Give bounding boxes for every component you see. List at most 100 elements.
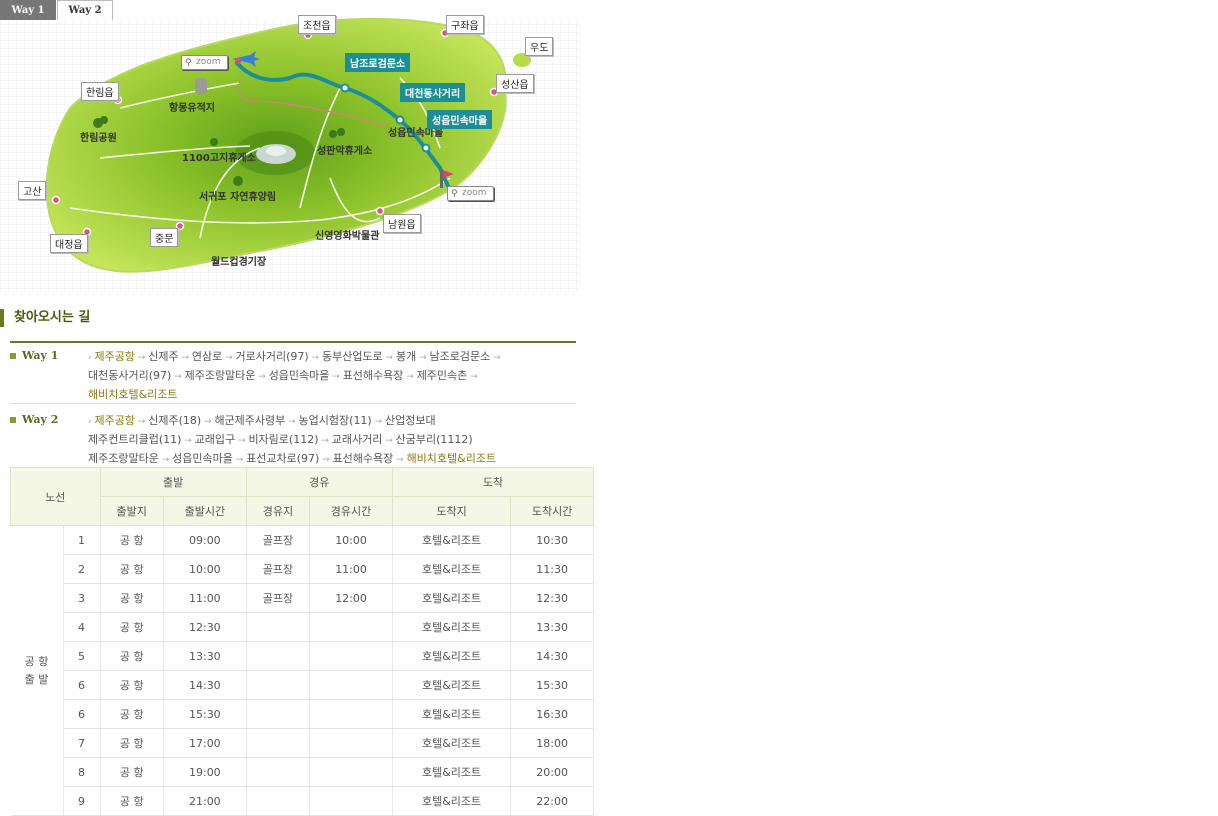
zoom-button-hotel[interactable]: ⚲ zoom	[447, 186, 494, 201]
route-stop: 제주공항	[94, 414, 135, 427]
table-row: 공 항출 발1공 항 09:00 골프장 10:00 호텔&리조트 10:30	[10, 525, 594, 816]
route-stop: 성읍민속마을	[172, 452, 233, 465]
arrow-icon: →	[178, 353, 192, 363]
cell-via	[246, 786, 311, 816]
way-divider	[10, 403, 576, 404]
shuttle-schedule-table: 노선 출발 경유 도착 출발지 출발시간 경유지 경유시간 도착지 도착시간 공…	[10, 467, 595, 816]
arrow-icon: →	[285, 417, 299, 427]
label-hallim: 한림읍	[81, 82, 119, 101]
cell-via: 골프장	[246, 583, 311, 613]
row-number: 8	[63, 757, 101, 787]
label-seongsan: 성산읍	[496, 74, 534, 93]
cell-dep: 11:00	[163, 583, 247, 613]
row-number: 1	[63, 525, 101, 555]
cell-from: 공 항	[100, 583, 164, 613]
row-number: 5	[63, 641, 101, 671]
label-gujwa: 구좌읍	[446, 15, 484, 34]
cell-to: 호텔&리조트	[392, 670, 512, 700]
cell-from: 공 항	[100, 554, 164, 584]
cell-via-time	[309, 699, 393, 729]
arrow-icon: →	[255, 372, 269, 382]
cell-to: 호텔&리조트	[392, 583, 512, 613]
route-stop: 해비치호텔&리조트	[88, 388, 178, 401]
label-stop-daecheon: 대천동사거리	[400, 83, 466, 102]
arrow-icon: →	[319, 455, 333, 465]
route-stop: 신제주	[148, 350, 179, 363]
header-via-place: 경유지	[245, 496, 311, 526]
section-title: 찾아오시는 길	[0, 309, 90, 327]
row-number: 6	[63, 699, 101, 729]
route-line-2: 제주컨트리클럽(11) → 교래입구 → 비자림로(112) → 교래사거리 →…	[88, 431, 496, 450]
label-stop-namjoro: 남조로검문소	[345, 53, 411, 72]
cell-via-time: 10:00	[309, 525, 393, 555]
cell-via-time	[309, 612, 393, 642]
table-row: 2공 항 10:00 골프장 11:00 호텔&리조트 11:30	[11, 554, 594, 584]
cell-arr: 14:30	[510, 641, 594, 671]
arrow-icon: →	[490, 353, 501, 363]
header-arr-time: 도착시간	[510, 496, 594, 526]
route-stop: 남조로검문소	[429, 350, 491, 363]
arrow-icon: →	[171, 372, 185, 382]
zoom-button-airport[interactable]: ⚲ zoom	[181, 55, 228, 70]
arrow-icon: →	[158, 455, 173, 465]
cell-via-time	[309, 670, 393, 700]
label-hangmong: 항몽유적지	[169, 103, 215, 114]
arrow-icon: →	[393, 455, 407, 465]
way-1-route: › 제주공항 → 신제주 → 연삼로 → 거로사거리(97) → 동부산업도로 …	[88, 348, 501, 403]
cell-arr: 20:00	[510, 757, 594, 787]
route-line-3: 해비치호텔&리조트	[88, 386, 501, 403]
cell-via	[246, 757, 311, 787]
route-stop: 농업시험장(11)	[298, 414, 372, 427]
cell-arr: 16:30	[510, 699, 594, 729]
arrow-icon: →	[181, 436, 195, 446]
cell-to: 호텔&리조트	[392, 786, 512, 816]
route-stop: 동부산업도로	[321, 350, 383, 363]
route-stop: 표선교차로(97)	[246, 452, 320, 465]
cell-dep: 15:30	[163, 699, 247, 729]
arrow-icon: →	[371, 417, 385, 427]
cell-via	[246, 699, 311, 729]
cell-via-time	[309, 728, 393, 758]
cell-via-time	[309, 786, 393, 816]
row-number: 7	[63, 728, 101, 758]
cell-from: 공 항	[100, 670, 164, 700]
cell-from: 공 항	[100, 728, 164, 758]
cell-via-time	[309, 757, 393, 787]
arrow-icon: →	[403, 372, 417, 382]
route-stop: 비자림로(112)	[248, 433, 319, 446]
jeju-map: 조천읍 구좌읍 우도 성산읍 한림읍 항몽유적지 한림공원 1100고지휴게소 …	[0, 8, 580, 293]
header-via-time: 경유시간	[309, 496, 393, 526]
row-number: 4	[63, 612, 101, 642]
route-stop: 해군제주사령부	[214, 414, 286, 427]
route-name-line: 공 항	[24, 654, 49, 668]
cell-via-time	[309, 641, 393, 671]
cell-arr: 18:00	[510, 728, 594, 758]
route-name-line: 출 발	[24, 672, 49, 686]
table-row: 7공 항 17:00 호텔&리조트 18:00	[11, 728, 594, 758]
cell-dep: 12:30	[163, 612, 247, 642]
cell-from: 공 항	[100, 612, 164, 642]
label-cinema: 신영영화박물관	[315, 231, 380, 242]
arrow-icon: →	[201, 417, 215, 427]
arrow-icon: →	[329, 372, 343, 382]
cell-from: 공 항	[100, 757, 164, 787]
route-name-cell: 공 항출 발	[10, 525, 64, 816]
header-from: 출발지	[99, 496, 164, 526]
table-row: 6공 항 15:30 호텔&리조트 16:30	[11, 699, 594, 729]
cell-from: 공 항	[100, 641, 164, 671]
header-route: 노선	[10, 467, 101, 526]
cell-dep: 17:00	[163, 728, 247, 758]
cell-via: 골프장	[246, 554, 311, 584]
route-stop: 제주공항	[94, 350, 135, 363]
arrow-icon: →	[467, 372, 478, 382]
label-hallim-park: 한림공원	[80, 133, 117, 144]
cell-dep: 09:00	[163, 525, 247, 555]
way-1-block: Way 1 › 제주공항 → 신제주 → 연삼로 → 거로사거리(97) → 동…	[10, 344, 576, 402]
arrow-icon: →	[134, 353, 149, 363]
schedule-body: 공 항출 발1공 항 09:00 골프장 10:00 호텔&리조트 10:30 2 공 항 10…	[10, 525, 594, 816]
cell-arr: 11:30	[510, 554, 594, 584]
way-1-label: Way 1	[10, 349, 58, 362]
mountain-icon	[256, 144, 296, 164]
route-stop: 산업정보대	[385, 414, 436, 427]
route-stop: 교래입구	[194, 433, 236, 446]
